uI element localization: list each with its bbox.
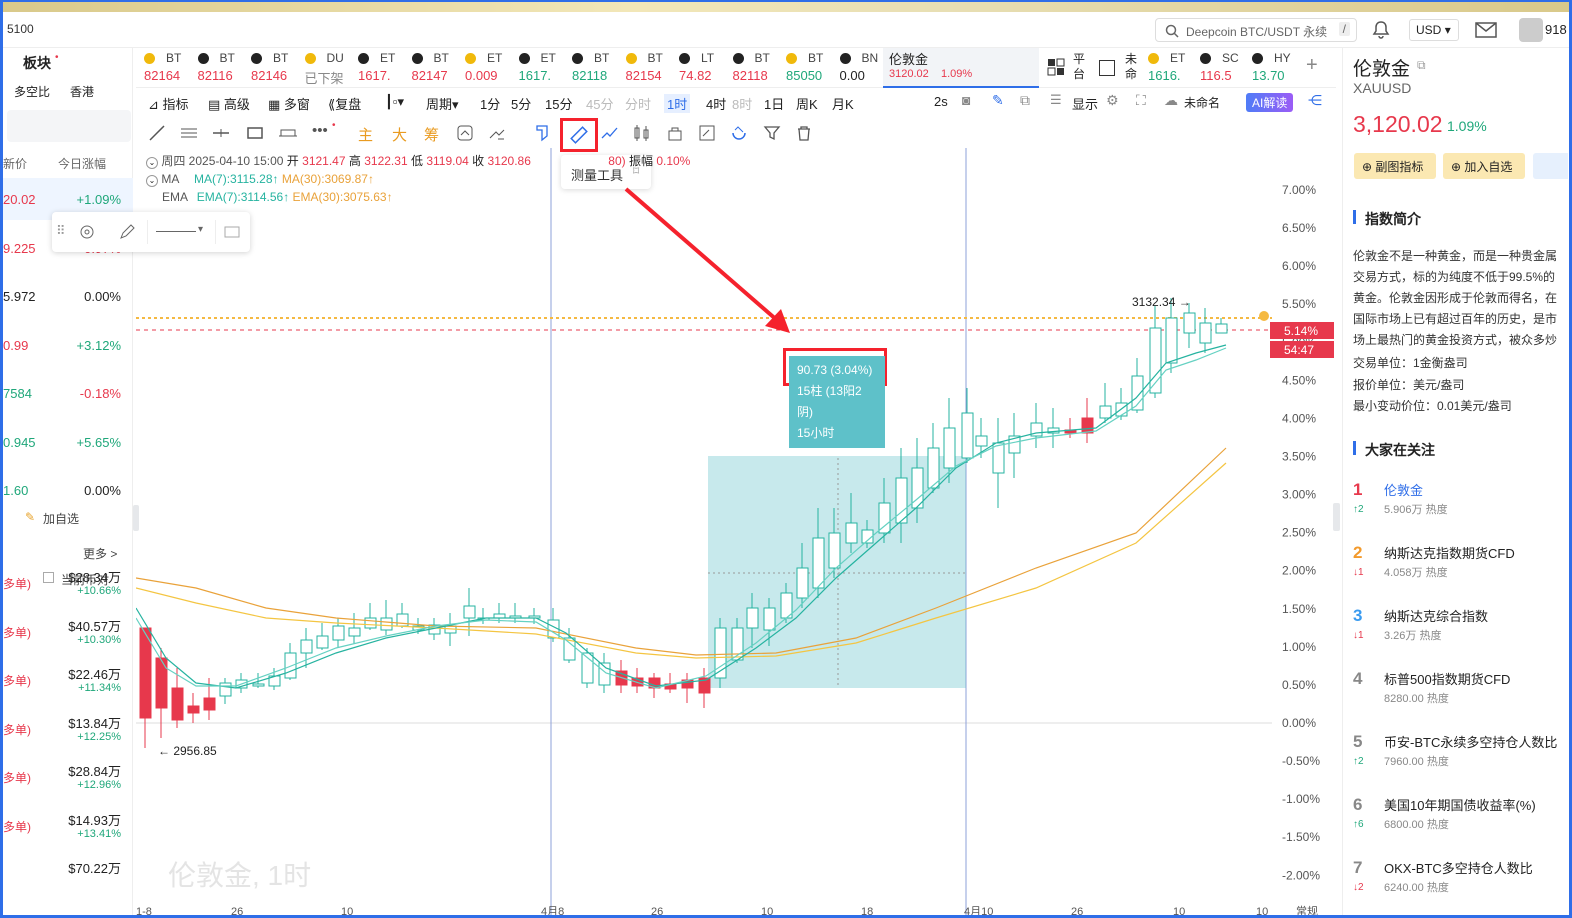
screen-frame	[0, 0, 1572, 918]
